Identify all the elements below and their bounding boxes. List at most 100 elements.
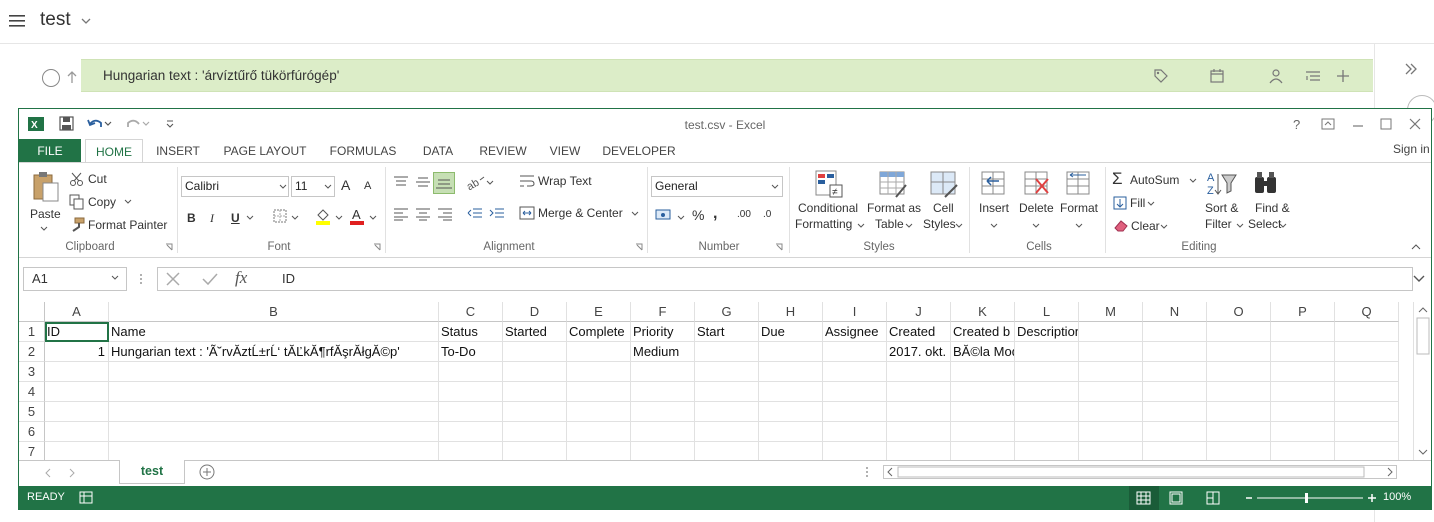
tab-page-layout[interactable]: PAGE LAYOUT: [219, 139, 311, 163]
cell-n3[interactable]: [1143, 362, 1207, 382]
cell-styles-icon[interactable]: [929, 169, 959, 199]
cell-j1[interactable]: Created: [887, 322, 951, 342]
format-as-table-label-2[interactable]: Table: [875, 217, 904, 231]
find-select-label-2[interactable]: Select: [1248, 217, 1281, 231]
cell-a3[interactable]: [45, 362, 109, 382]
column-header-i[interactable]: I: [823, 302, 887, 322]
cell-m5[interactable]: [1079, 402, 1143, 422]
tag-icon[interactable]: [1153, 68, 1169, 84]
cell-o3[interactable]: [1207, 362, 1271, 382]
decrease-decimal-button[interactable]: .0: [763, 209, 771, 220]
chevron-down-icon[interactable]: [771, 184, 779, 190]
column-header-k[interactable]: K: [951, 302, 1015, 322]
cell-b5[interactable]: [109, 402, 439, 422]
cell-m3[interactable]: [1079, 362, 1143, 382]
cell-f1[interactable]: Priority: [631, 322, 695, 342]
row-header-4[interactable]: 4: [19, 382, 45, 402]
help-button[interactable]: ?: [1293, 117, 1300, 132]
cell-l3[interactable]: [1015, 362, 1079, 382]
cell-m7[interactable]: [1079, 442, 1143, 460]
cell-a6[interactable]: [45, 422, 109, 442]
cell-m1[interactable]: [1079, 322, 1143, 342]
cell-j2[interactable]: 2017. okt.: [887, 342, 951, 362]
copy-button[interactable]: Copy: [88, 195, 116, 209]
chevron-down-icon[interactable]: [291, 215, 299, 221]
cell-a2[interactable]: 1: [45, 342, 109, 362]
cell-j6[interactable]: [887, 422, 951, 442]
dialog-launcher-icon[interactable]: [635, 243, 643, 251]
conditional-formatting-label-2[interactable]: Formatting: [795, 217, 852, 231]
paste-button[interactable]: Paste: [30, 207, 61, 221]
cell-o7[interactable]: [1207, 442, 1271, 460]
column-header-e[interactable]: E: [567, 302, 631, 322]
cell-f3[interactable]: [631, 362, 695, 382]
chevron-down-icon[interactable]: [335, 215, 343, 221]
row-header-7[interactable]: 7: [19, 442, 45, 460]
cell-p3[interactable]: [1271, 362, 1335, 382]
borders-icon[interactable]: [273, 209, 287, 223]
eraser-icon[interactable]: [1113, 218, 1129, 232]
column-header-h[interactable]: H: [759, 302, 823, 322]
cell-q2[interactable]: [1335, 342, 1399, 362]
task-complete-checkbox[interactable]: [42, 69, 60, 87]
increase-indent-icon[interactable]: [489, 207, 505, 221]
shrink-font-button[interactable]: A: [364, 180, 371, 192]
column-header-f[interactable]: F: [631, 302, 695, 322]
chevron-down-icon[interactable]: [1075, 223, 1083, 229]
cell-b4[interactable]: [109, 382, 439, 402]
page-layout-view-icon[interactable]: [1169, 491, 1183, 505]
row-header-2[interactable]: 2: [19, 342, 45, 362]
cell-g4[interactable]: [695, 382, 759, 402]
cell-e5[interactable]: [567, 402, 631, 422]
cell-b7[interactable]: [109, 442, 439, 460]
fill-down-icon[interactable]: [1113, 196, 1127, 210]
app-title[interactable]: test: [40, 8, 71, 32]
cell-o4[interactable]: [1207, 382, 1271, 402]
comma-style-button[interactable]: ,: [713, 205, 717, 223]
scissors-icon[interactable]: [69, 171, 85, 187]
binoculars-icon[interactable]: [1251, 169, 1281, 199]
cell-f2[interactable]: Medium: [631, 342, 695, 362]
chevron-down-icon[interactable]: [324, 184, 332, 190]
cell-c3[interactable]: [439, 362, 503, 382]
format-cells-icon[interactable]: [1064, 169, 1094, 199]
dialog-launcher-icon[interactable]: [373, 243, 381, 251]
orientation-icon[interactable]: ab: [467, 175, 495, 191]
decrease-indent-icon[interactable]: [467, 207, 483, 221]
cell-n2[interactable]: [1143, 342, 1207, 362]
cell-c2[interactable]: To-Do: [439, 342, 503, 362]
align-middle-icon[interactable]: [415, 175, 431, 189]
row-header-1[interactable]: 1: [19, 322, 45, 342]
row-header-6[interactable]: 6: [19, 422, 45, 442]
dialog-launcher-icon[interactable]: [165, 243, 173, 251]
chevron-down-icon[interactable]: [1160, 224, 1168, 230]
currency-icon[interactable]: [655, 207, 675, 223]
cell-d2[interactable]: [503, 342, 567, 362]
copy-icon[interactable]: [69, 194, 85, 210]
chevron-down-icon[interactable]: [1032, 223, 1040, 229]
cell-styles-label[interactable]: Cell: [933, 201, 954, 215]
delete-button[interactable]: Delete: [1019, 201, 1054, 215]
calendar-icon[interactable]: [1209, 68, 1225, 84]
conditional-formatting-label[interactable]: Conditional: [798, 201, 858, 215]
chevron-down-icon[interactable]: [631, 211, 639, 217]
cell-k6[interactable]: [951, 422, 1015, 442]
font-name-select[interactable]: Calibri: [181, 176, 289, 197]
autosum-button[interactable]: AutoSum: [1130, 173, 1179, 187]
fill-color-icon[interactable]: [315, 207, 331, 225]
underline-button[interactable]: U: [231, 211, 240, 225]
sigma-icon[interactable]: Σ: [1112, 169, 1123, 189]
percent-button[interactable]: %: [692, 207, 704, 223]
cell-i3[interactable]: [823, 362, 887, 382]
cell-k2[interactable]: BĂ©la Moqs: [951, 342, 1015, 362]
cell-j4[interactable]: [887, 382, 951, 402]
number-format-select[interactable]: General: [651, 176, 783, 197]
chevron-down-icon[interactable]: [1189, 178, 1197, 184]
cell-q5[interactable]: [1335, 402, 1399, 422]
align-right-icon[interactable]: [437, 207, 453, 221]
formula-input[interactable]: ID: [157, 267, 1413, 291]
tab-review[interactable]: REVIEW: [473, 139, 533, 163]
cell-q3[interactable]: [1335, 362, 1399, 382]
normal-view-button[interactable]: [1129, 486, 1159, 510]
cell-n6[interactable]: [1143, 422, 1207, 442]
